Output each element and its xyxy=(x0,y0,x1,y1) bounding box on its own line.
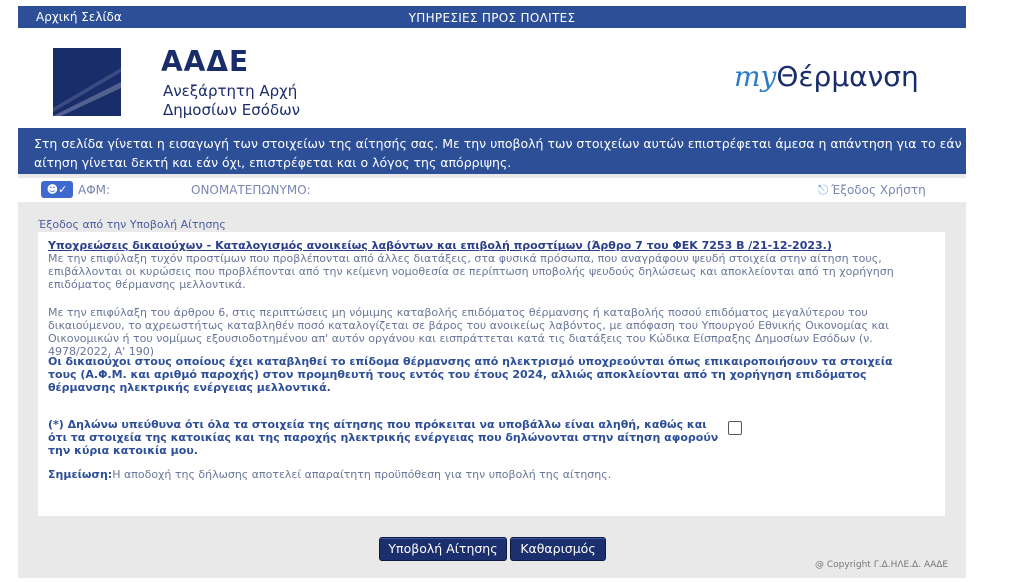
info-line-1: Στη σελίδα γίνεται η εισαγωγή των στοιχε… xyxy=(34,136,974,151)
page-margin xyxy=(966,6,1024,578)
header: ΑΑΔΕ Ανεξάρτητη Αρχή Δημοσίων Εσόδων myΘ… xyxy=(18,28,966,128)
app-brand-my: my xyxy=(734,60,777,93)
note-label: Σημείωση: xyxy=(48,468,113,481)
terms-panel: Υποχρεώσεις δικαιούχων - Καταλογισμός αν… xyxy=(38,232,945,516)
org-name-line1: Ανεξάρτητη Αρχή xyxy=(163,82,298,100)
org-acronym: ΑΑΔΕ xyxy=(161,45,250,78)
copyright: @ Copyright Γ.Δ.ΗΛΕ.Δ. ΑΑΔΕ xyxy=(815,560,949,570)
terms-paragraph-2: Με την επιφύλαξη του άρθρου 6, στις περι… xyxy=(48,306,889,358)
terms-title: Υποχρεώσεις δικαιούχων - Καταλογισμός αν… xyxy=(48,239,832,252)
top-bar: Αρχική Σελίδα ΥΠΗΡΕΣΙΕΣ ΠΡΟΣ ΠΟΛΙΤΕΣ xyxy=(18,6,966,28)
info-banner: Στη σελίδα γίνεται η εισαγωγή των στοιχε… xyxy=(18,128,974,174)
electricity-notice: Οι δικαιούχοι στους οποίους έχει καταβλη… xyxy=(48,355,893,394)
terms-paragraph-1: Με την επιφύλαξη τυχόν προστίμων που προ… xyxy=(48,252,894,291)
logout-link[interactable]: ⎋ Έξοδος Χρήστη xyxy=(818,183,926,198)
note-text: Η αποδοχή της δήλωσης αποτελεί απαραίτητ… xyxy=(112,468,612,481)
user-check-icon: ☻✓ xyxy=(41,181,73,198)
user-bar: ☻✓ ΑΦΜ: ΟΝΟΜΑΤΕΠΩΝΥΜΟ: ⎋ Έξοδος Χρήστη xyxy=(18,178,966,202)
afm-label: ΑΦΜ: xyxy=(78,183,111,197)
app-brand: myΘέρμανση xyxy=(734,60,919,93)
declaration-checkbox[interactable] xyxy=(728,421,742,435)
declaration-text: (*) Δηλώνω υπεύθυνα ότι όλα τα στοιχεία … xyxy=(48,418,719,457)
aade-logo-icon xyxy=(53,48,121,116)
exit-application-link[interactable]: Έξοδος από την Υποβολή Αίτησης xyxy=(38,218,226,231)
logout-label: Έξοδος Χρήστη xyxy=(831,183,926,197)
app-brand-name: Θέρμανση xyxy=(776,60,919,93)
services-title: ΥΠΗΡΕΣΙΕΣ ΠΡΟΣ ΠΟΛΙΤΕΣ xyxy=(408,11,576,25)
note: Σημείωση:Η αποδοχή της δήλωσης αποτελεί … xyxy=(48,468,611,481)
clear-button[interactable]: Καθαρισμός xyxy=(510,537,606,561)
info-line-2: αίτηση γίνεται δεκτή και εάν όχι, επιστρ… xyxy=(34,155,512,170)
submit-application-button[interactable]: Υποβολή Αίτησης xyxy=(379,537,507,561)
fullname-label: ΟΝΟΜΑΤΕΠΩΝΥΜΟ: xyxy=(191,183,311,197)
org-name-line2: Δημοσίων Εσόδων xyxy=(163,101,301,119)
logout-icon: ⎋ xyxy=(818,183,829,198)
